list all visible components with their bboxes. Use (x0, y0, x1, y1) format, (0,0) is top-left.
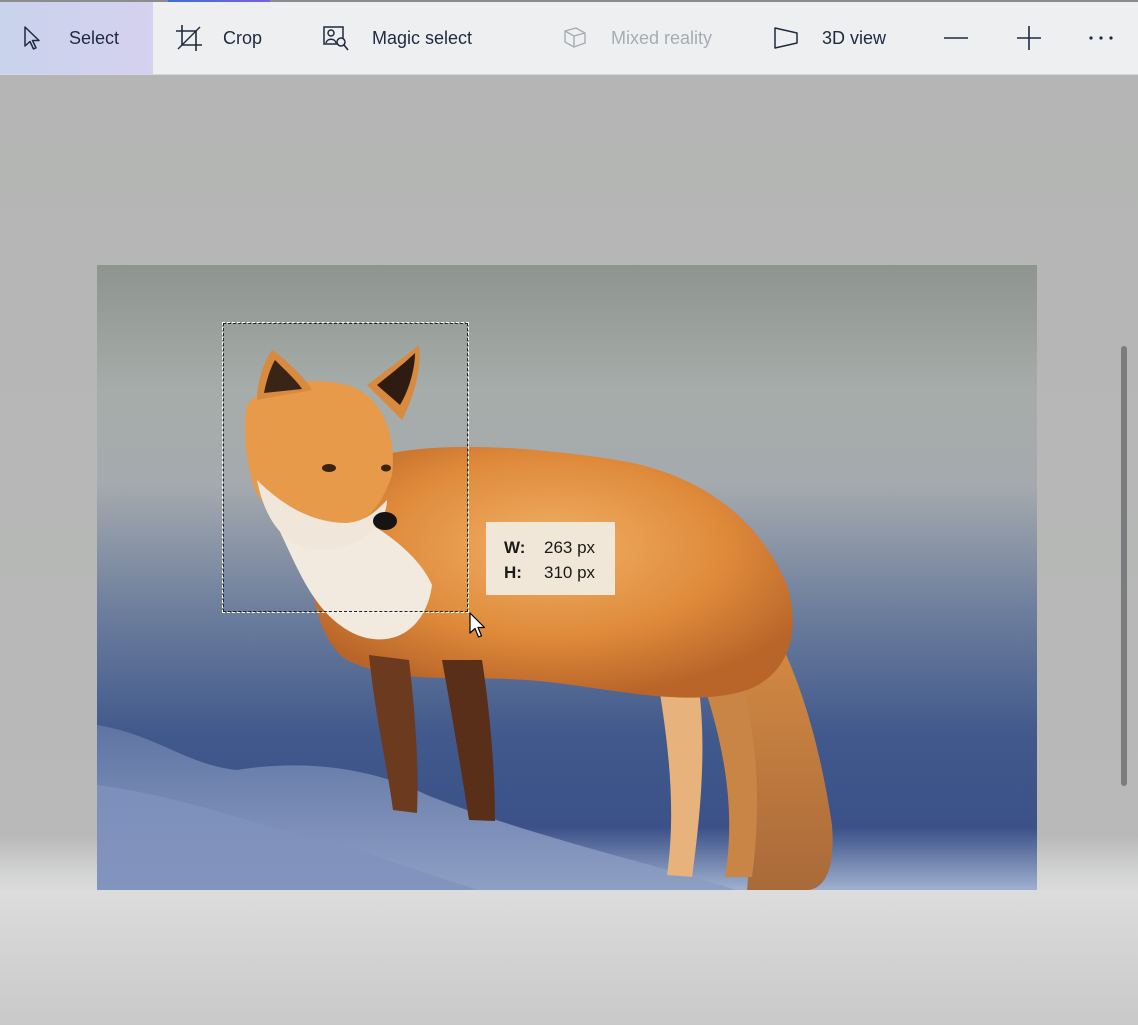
more-options-button[interactable] (1086, 2, 1116, 74)
zoom-in-button[interactable] (1014, 2, 1044, 74)
plus-icon (1016, 25, 1042, 51)
zoom-out-button[interactable] (941, 2, 971, 74)
crop-icon (175, 24, 203, 52)
select-tool-button[interactable]: Select (0, 2, 153, 74)
more-icon (1088, 35, 1114, 41)
magic-select-tool-button[interactable]: Magic select (322, 2, 472, 74)
mixed-reality-tool-button[interactable]: Mixed reality (562, 2, 712, 74)
active-tab-accent (168, 0, 270, 2)
magic-select-icon (322, 24, 350, 52)
mixed-reality-icon (562, 25, 588, 51)
width-value: 263 px (544, 538, 596, 557)
3d-view-icon (773, 25, 799, 51)
3d-view-tool-label: 3D view (822, 27, 887, 48)
width-label: W: (504, 538, 526, 557)
selection-marquee[interactable] (222, 322, 469, 613)
height-value: 310 px (544, 563, 596, 582)
magic-select-tool-label: Magic select (372, 27, 473, 48)
minus-icon (943, 36, 969, 40)
crop-tool-label: Crop (223, 27, 263, 48)
select-pointer-icon (22, 25, 42, 51)
height-label: H: (504, 563, 522, 582)
mixed-reality-tool-label: Mixed reality (611, 27, 713, 48)
mouse-pointer-icon (469, 612, 487, 645)
3d-view-tool-button[interactable]: 3D view (773, 2, 886, 74)
crop-tool-button[interactable]: Crop (175, 2, 262, 74)
selection-size-tooltip: W: 263 px H: 310 px (486, 522, 615, 595)
vertical-scrollbar[interactable] (1121, 346, 1127, 786)
toolbar: Select Crop Magic select Mixed reality 3… (0, 2, 1138, 75)
select-tool-label: Select (69, 27, 120, 48)
